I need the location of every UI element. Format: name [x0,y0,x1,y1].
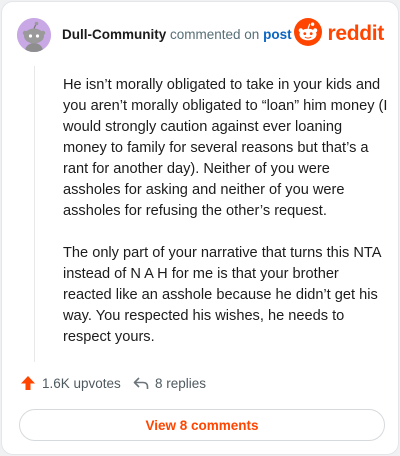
username-link[interactable]: Dull-Community [62,27,166,42]
comment-paragraph: The only part of your narrative that tur… [63,245,381,345]
thread-line [34,66,35,362]
upvote-count: 1.6K upvotes [42,375,121,391]
view-comments-button[interactable]: View 8 comments [19,409,385,441]
reddit-wordmark: reddit [327,22,384,45]
reddit-logo-icon [293,17,323,52]
comment-byline: Dull-Community commented on post [62,27,292,42]
upvote-arrow-icon [20,375,36,391]
comment-header: Dull-Community commented on post reddit [17,17,384,52]
comment-paragraph: He isn’t morally obligated to take in yo… [63,77,388,219]
reply-arrow-icon [133,375,149,391]
comment-body: He isn’t morally obligated to take in yo… [63,75,389,369]
reddit-logo[interactable]: reddit [293,17,384,52]
comment-card: Dull-Community commented on post reddit [1,1,399,455]
upvote-button[interactable]: 1.6K upvotes [20,375,121,391]
replies-button[interactable]: 8 replies [133,375,206,391]
user-avatar-icon[interactable] [17,18,51,52]
commented-on-text: commented on [170,27,260,42]
comment-actions: 1.6K upvotes 8 replies [20,375,380,395]
replies-count: 8 replies [155,375,207,391]
post-link[interactable]: post [263,27,292,42]
